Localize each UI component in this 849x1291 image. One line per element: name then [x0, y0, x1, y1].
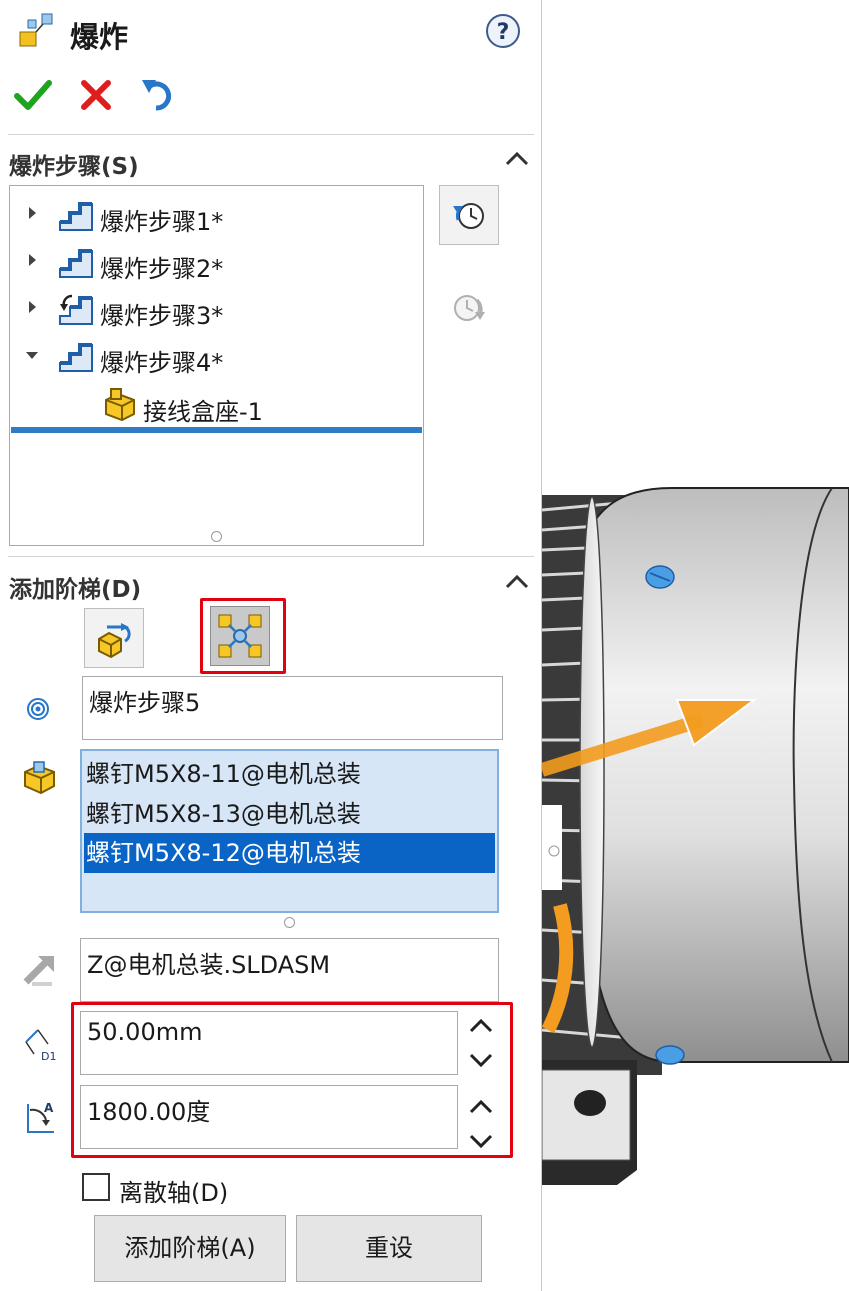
collapse-arrow-icon[interactable]: [26, 352, 38, 359]
expand-arrow-icon[interactable]: [29, 254, 36, 266]
step-name-input[interactable]: 爆炸步骤5: [82, 676, 503, 740]
resize-handle[interactable]: [284, 917, 295, 928]
tree-item-step-4[interactable]: 爆炸步骤4*: [10, 335, 420, 379]
help-icon[interactable]: ?: [485, 13, 521, 53]
resize-handle[interactable]: [211, 531, 222, 542]
component-list-item[interactable]: 螺钉M5X8-11@电机总装: [84, 754, 495, 794]
step-stairs-icon: [58, 243, 94, 283]
step-rotate-stairs-icon: [58, 290, 94, 330]
part-component-icon: [102, 386, 138, 426]
ladder-section-title: 添加阶梯(D): [9, 577, 142, 603]
component-selection-icon: [22, 760, 58, 800]
svg-text:?: ?: [497, 20, 510, 45]
steps-section-title: 爆炸步骤(S): [9, 154, 139, 180]
highlight-box: [71, 1002, 513, 1158]
highlight-box: [200, 598, 286, 674]
svg-text:A: A: [44, 1101, 54, 1115]
tree-item-step-2[interactable]: 爆炸步骤2*: [10, 241, 420, 285]
edit-step-button[interactable]: [439, 185, 499, 245]
translate-rotate-part-icon: [98, 623, 131, 659]
reset-button[interactable]: 重设: [296, 1215, 482, 1282]
regular-step-button[interactable]: [84, 608, 144, 668]
components-list[interactable]: 螺钉M5X8-11@电机总装 螺钉M5X8-13@电机总装 螺钉M5X8-12@…: [80, 749, 499, 913]
direction-arrow-icon[interactable]: [20, 952, 58, 992]
property-manager-panel: 爆炸 ? 爆炸步骤(S) 爆炸步骤1* 爆炸步骤2* 爆炸步骤3* 爆炸步骤4*…: [0, 0, 542, 1291]
cancel-x-icon[interactable]: [80, 79, 112, 115]
panel-title: 爆炸: [70, 20, 129, 54]
ok-check-icon[interactable]: [14, 78, 52, 116]
explode-icon: [16, 12, 56, 56]
distance-icon: D1: [20, 1024, 60, 1068]
collapse-ladder-chevron-icon[interactable]: [505, 573, 529, 593]
tree-item-label: 爆炸步骤3*: [100, 302, 224, 330]
expand-arrow-icon[interactable]: [29, 301, 36, 313]
graphics-viewport[interactable]: [542, 0, 849, 1291]
undo-icon[interactable]: [140, 76, 178, 116]
tree-item-step-3[interactable]: 爆炸步骤3*: [10, 288, 420, 332]
angle-icon: A: [20, 1098, 60, 1142]
tree-item-step-1[interactable]: 爆炸步骤1*: [10, 194, 420, 238]
component-list-item[interactable]: 螺钉M5X8-13@电机总装: [84, 794, 495, 834]
direction-input[interactable]: Z@电机总装.SLDASM: [80, 938, 499, 1002]
clock-forward-icon: [447, 290, 491, 330]
step-stairs-icon: [58, 196, 94, 236]
tree-item-component[interactable]: 接线盒座-1: [10, 384, 420, 428]
component-list-item-selected[interactable]: 螺钉M5X8-12@电机总装: [84, 833, 495, 873]
steps-tree[interactable]: 爆炸步骤1* 爆炸步骤2* 爆炸步骤3* 爆炸步骤4* 接线盒座-1: [9, 185, 424, 546]
discrete-axis-checkbox[interactable]: [82, 1173, 110, 1201]
step-stairs-icon: [58, 337, 94, 377]
tree-item-label: 爆炸步骤1*: [100, 208, 224, 236]
tree-item-label: 爆炸步骤2*: [100, 255, 224, 283]
add-ladder-button[interactable]: 添加阶梯(A): [94, 1215, 286, 1282]
collapse-steps-chevron-icon[interactable]: [505, 150, 529, 170]
tree-item-label: 爆炸步骤4*: [100, 349, 224, 377]
motor-model-render: [542, 487, 849, 1185]
expand-arrow-icon[interactable]: [29, 207, 36, 219]
discrete-axis-label: 离散轴(D): [119, 1179, 229, 1207]
svg-text:D1: D1: [41, 1050, 56, 1063]
target-circle-icon: [25, 696, 51, 726]
divider: [8, 556, 534, 557]
divider: [8, 134, 534, 135]
drop-indicator-bar: [11, 427, 422, 433]
clock-rollback-icon: [453, 203, 484, 229]
tree-item-label: 接线盒座-1: [143, 398, 263, 426]
